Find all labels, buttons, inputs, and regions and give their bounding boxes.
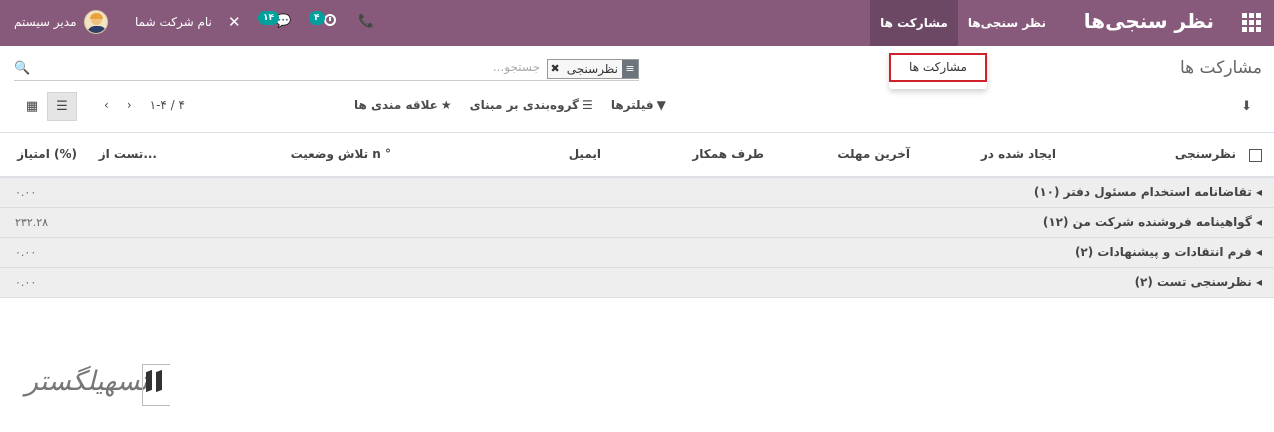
user-menu[interactable]: مدیر سیستم — [14, 15, 77, 29]
main-menu: نظر سنجی‌ها مشارکت ها — [870, 0, 1056, 46]
table-header: نظرسنجی ایجاد شده در آخرین مهلت طرف همکا… — [0, 132, 1274, 178]
select-all-checkbox[interactable] — [1249, 149, 1262, 162]
watermark-box — [142, 364, 170, 406]
list-view-icon[interactable]: ☰ — [47, 92, 77, 121]
group-row[interactable]: ◂ تقاضانامه استخدام مسئول دفتر (۱۰) ۰.۰۰ — [0, 178, 1274, 208]
tools-icon[interactable]: ✕ — [228, 13, 241, 31]
group-title: ◂ نظرسنجی تست (۲) — [1134, 275, 1262, 289]
group-score: ۰.۰۰ — [15, 276, 37, 289]
watermark-logo: تسهیلگستر — [25, 364, 170, 408]
kanban-view-icon[interactable]: ▦ — [17, 92, 47, 121]
col-partner[interactable]: طرف همکار — [692, 147, 764, 161]
list-icon: ☰ — [582, 98, 593, 112]
pager-previous-icon[interactable]: ‹ — [104, 98, 109, 112]
facet-value: نظرسنجی — [566, 62, 618, 76]
search-icon[interactable]: 🔍 — [14, 61, 30, 76]
watermark-text: تسهیلگستر — [25, 366, 149, 397]
activity-clock-icon[interactable] — [324, 14, 336, 26]
app-title[interactable]: نظر سنجی‌ها — [1084, 9, 1214, 33]
company-switcher[interactable]: نام شرکت شما — [135, 15, 212, 29]
search-facet: ≡ نظرسنجی ✖ — [546, 59, 639, 79]
group-row[interactable]: ◂ نظرسنجی تست (۲) ۰.۰۰ — [0, 268, 1274, 298]
group-by-label: گروه‌بندی بر مبنای — [469, 98, 580, 112]
phone-icon[interactable]: 📞 — [358, 14, 374, 29]
col-test-entry[interactable]: تست از... — [99, 147, 157, 161]
pager-next-icon[interactable]: › — [127, 98, 132, 112]
filters-label: فیلترها — [610, 98, 654, 112]
filters-button[interactable]: ▼ فیلترها — [611, 98, 666, 112]
col-survey[interactable]: نظرسنجی — [1175, 147, 1236, 161]
group-title: ◂ تقاضانامه استخدام مسئول دفتر (۱۰) — [1033, 185, 1262, 199]
group-row[interactable]: ◂ گواهینامه فروشنده شرکت من (۱۲) ۲۳۲.۲۸ — [0, 208, 1274, 238]
col-email[interactable]: ایمیل — [569, 147, 601, 161]
col-created-on[interactable]: ایجاد شده در — [981, 147, 1056, 161]
col-state[interactable]: وضعیت — [291, 147, 334, 161]
menu-item-surveys[interactable]: نظر سنجی‌ها — [958, 0, 1056, 46]
group-by-button[interactable]: ☰ گروه‌بندی بر مبنای — [470, 98, 593, 112]
pager-value[interactable]: ۱-۴ / ۴ — [150, 98, 185, 112]
group-score: ۲۳۲.۲۸ — [15, 216, 49, 229]
top-navbar: نظر سنجی‌ها نظر سنجی‌ها مشارکت ها مدیر س… — [0, 0, 1274, 46]
menu-item-participations[interactable]: مشارکت ها — [870, 0, 958, 46]
participations-dropdown: مشارکت ها — [889, 51, 987, 89]
col-deadline[interactable]: آخرین مهلت — [837, 147, 910, 161]
activity-badge: ۴ — [309, 11, 325, 25]
user-avatar[interactable] — [84, 10, 108, 34]
download-icon[interactable]: ⬇ — [1241, 99, 1252, 114]
view-switcher: ▦ ☰ — [17, 92, 77, 121]
search-options: ▼ فیلترها ☰ گروه‌بندی بر مبنای ★ علاقه م… — [354, 98, 666, 112]
group-title: ◂ فرم انتقادات و پیشنهادات (۲) — [1074, 245, 1262, 259]
dropdown-item-participations[interactable]: مشارکت ها — [889, 53, 987, 82]
filter-icon: ▼ — [656, 98, 666, 112]
search-bar: 🔍 ≡ نظرسنجی ✖ — [14, 58, 639, 81]
group-by-icon: ≡ — [622, 60, 638, 78]
messaging-badge: ۱۴ — [258, 11, 279, 25]
pager: ‹ › ۱-۴ / ۴ — [104, 98, 185, 112]
favorites-button[interactable]: ★ علاقه مندی ها — [354, 98, 452, 112]
group-row[interactable]: ◂ فرم انتقادات و پیشنهادات (۲) ۰.۰۰ — [0, 238, 1274, 268]
breadcrumb: مشارکت ها — [1180, 58, 1262, 78]
apps-menu-icon[interactable] — [1242, 13, 1262, 33]
col-score[interactable]: امتیاز (%) — [17, 147, 77, 161]
group-score: ۰.۰۰ — [15, 246, 37, 259]
favorites-label: علاقه مندی ها — [354, 98, 438, 112]
facet-remove-icon[interactable]: ✖ — [548, 60, 563, 78]
col-attempt[interactable]: تلاش n ° — [338, 147, 391, 161]
group-score: ۰.۰۰ — [15, 186, 37, 199]
search-input[interactable] — [400, 60, 540, 74]
group-title: ◂ گواهینامه فروشنده شرکت من (۱۲) — [1042, 215, 1262, 229]
star-icon: ★ — [440, 98, 452, 112]
